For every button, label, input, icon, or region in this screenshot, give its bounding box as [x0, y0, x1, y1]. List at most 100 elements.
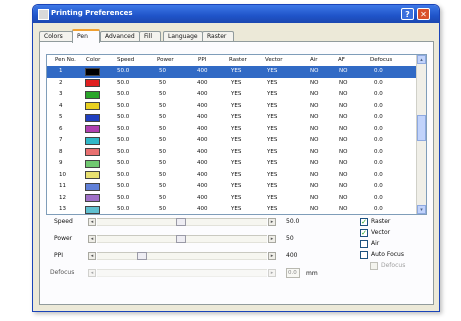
speed-increase-arrow-icon[interactable]: ▸ [268, 218, 276, 226]
cell-vector: YES [267, 148, 278, 155]
close-button[interactable]: ✕ [417, 8, 430, 20]
table-row[interactable]: 4 50.0 50 400 YES YES NO NO 0.0 [47, 101, 417, 113]
header-pen-no[interactable]: Pen No. [55, 56, 76, 65]
defocus-increase-arrow-icon[interactable]: ▸ [268, 269, 276, 277]
color-swatch[interactable] [85, 67, 100, 76]
ppi-decrease-arrow-icon[interactable]: ◂ [88, 252, 96, 260]
table-row[interactable]: 12 50.0 50 400 YES YES NO NO 0.0 [47, 193, 417, 205]
cell-power: 50 [159, 148, 166, 155]
header-speed[interactable]: Speed [117, 56, 134, 65]
table-row[interactable]: 10 50.0 50 400 YES YES NO NO 0.0 [47, 170, 417, 182]
cell-vector: YES [267, 102, 278, 109]
header-air[interactable]: Air [310, 56, 318, 65]
table-row[interactable]: 13 50.0 50 400 YES YES NO NO 0.0 [47, 204, 417, 214]
cell-af: NO [339, 171, 348, 178]
power-decrease-arrow-icon[interactable]: ◂ [88, 235, 96, 243]
color-swatch[interactable] [85, 205, 100, 214]
cell-pen-no: 9 [59, 160, 63, 166]
raster-checkbox[interactable]: ✓ [360, 218, 368, 226]
table-row[interactable]: 9 50.0 50 400 YES YES NO NO 0.0 [47, 158, 417, 170]
color-swatch[interactable] [85, 194, 100, 202]
color-swatch[interactable] [85, 136, 100, 145]
scroll-down-arrow-icon[interactable]: ▾ [417, 205, 426, 214]
cell-air: NO [310, 125, 319, 132]
cell-af: NO [339, 114, 348, 120]
header-af[interactable]: AF [338, 56, 345, 65]
color-swatch[interactable] [85, 90, 100, 99]
cell-speed: 50.0 [117, 114, 130, 120]
auto-focus-checkbox[interactable] [360, 251, 368, 259]
help-button[interactable]: ? [401, 8, 414, 20]
cell-af: NO [339, 91, 348, 97]
table-scrollbar[interactable]: ▴ ▾ [416, 55, 426, 214]
cell-ppi: 400 [197, 183, 208, 189]
table-row[interactable]: 1 50.0 50 400 YES YES NO NO 0.0 [47, 66, 417, 78]
table-row[interactable]: 7 50.0 50 400 YES YES NO NO 0.0 [47, 135, 417, 147]
cell-defocus: 0.0 [374, 102, 383, 109]
header-color[interactable]: Color [86, 56, 100, 65]
cell-defocus: 0.0 [374, 68, 383, 74]
ppi-slider-track[interactable] [97, 252, 267, 260]
table-row[interactable]: 11 50.0 50 400 YES YES NO NO 0.0 [47, 181, 417, 193]
cell-defocus: 0.0 [374, 160, 383, 166]
color-swatch[interactable] [85, 171, 100, 179]
scroll-thumb[interactable] [417, 115, 426, 141]
cell-vector: YES [267, 68, 278, 74]
cell-speed: 50.0 [117, 68, 130, 74]
power-slider-thumb[interactable] [176, 235, 186, 243]
cell-speed: 50.0 [117, 183, 130, 189]
cell-raster: YES [231, 68, 242, 74]
table-row[interactable]: 5 50.0 50 400 YES YES NO NO 0.0 [47, 112, 417, 124]
cell-pen-no: 1 [59, 68, 63, 74]
color-swatch[interactable] [85, 102, 100, 110]
raster-checkbox-label: Raster [371, 218, 391, 225]
table-row[interactable]: 8 50.0 50 400 YES YES NO NO 0.0 [47, 147, 417, 159]
ppi-slider-thumb[interactable] [137, 252, 147, 260]
speed-slider-thumb[interactable] [176, 218, 186, 226]
header-raster[interactable]: Raster [229, 56, 247, 65]
title-bar[interactable]: Printing Preferences ? ✕ [33, 5, 439, 23]
defocus-slider-track[interactable] [97, 269, 267, 277]
cell-raster: YES [231, 79, 242, 86]
defocus-label: Defocus [50, 269, 75, 276]
cell-air: NO [310, 206, 319, 212]
printer-icon [38, 9, 49, 20]
ppi-increase-arrow-icon[interactable]: ▸ [268, 252, 276, 260]
pen-table[interactable]: Pen No. Color Speed Power PPI Raster Vec… [46, 54, 427, 215]
color-swatch[interactable] [85, 125, 100, 133]
header-defocus[interactable]: Defocus [370, 56, 392, 65]
cell-power: 50 [159, 125, 166, 132]
header-power[interactable]: Power [157, 56, 174, 65]
cell-speed: 50.0 [117, 79, 130, 86]
cell-power: 50 [159, 102, 166, 109]
color-swatch[interactable] [85, 148, 100, 156]
speed-decrease-arrow-icon[interactable]: ◂ [88, 218, 96, 226]
table-row[interactable]: 6 50.0 50 400 YES YES NO NO 0.0 [47, 124, 417, 136]
defocus-decrease-arrow-icon[interactable]: ◂ [88, 269, 96, 277]
color-swatch[interactable] [85, 113, 100, 122]
power-increase-arrow-icon[interactable]: ▸ [268, 235, 276, 243]
cell-raster: YES [231, 194, 242, 201]
color-swatch[interactable] [85, 182, 100, 191]
scroll-up-arrow-icon[interactable]: ▴ [417, 55, 426, 64]
cell-raster: YES [231, 148, 242, 155]
cell-air: NO [310, 194, 319, 201]
header-ppi[interactable]: PPI [198, 56, 206, 65]
cell-defocus: 0.0 [374, 79, 383, 86]
cell-raster: YES [231, 171, 242, 178]
cell-power: 50 [159, 68, 166, 74]
cell-air: NO [310, 183, 319, 189]
defocus-value-field[interactable]: 0.0 [286, 268, 300, 278]
pen-tab-panel: Pen No. Color Speed Power PPI Raster Vec… [39, 41, 434, 305]
vector-checkbox[interactable]: ✓ [360, 229, 368, 237]
table-row[interactable]: 3 50.0 50 400 YES YES NO NO 0.0 [47, 89, 417, 101]
header-vector[interactable]: Vector [265, 56, 283, 65]
defocus-checkbox[interactable] [370, 262, 378, 270]
table-row[interactable]: 2 50.0 50 400 YES YES NO NO 0.0 [47, 78, 417, 90]
window-title: Printing Preferences [51, 9, 133, 17]
color-swatch[interactable] [85, 159, 100, 168]
color-swatch[interactable] [85, 79, 100, 87]
cell-raster: YES [231, 91, 242, 97]
tab-pen[interactable]: Pen [72, 29, 100, 43]
air-checkbox[interactable] [360, 240, 368, 248]
